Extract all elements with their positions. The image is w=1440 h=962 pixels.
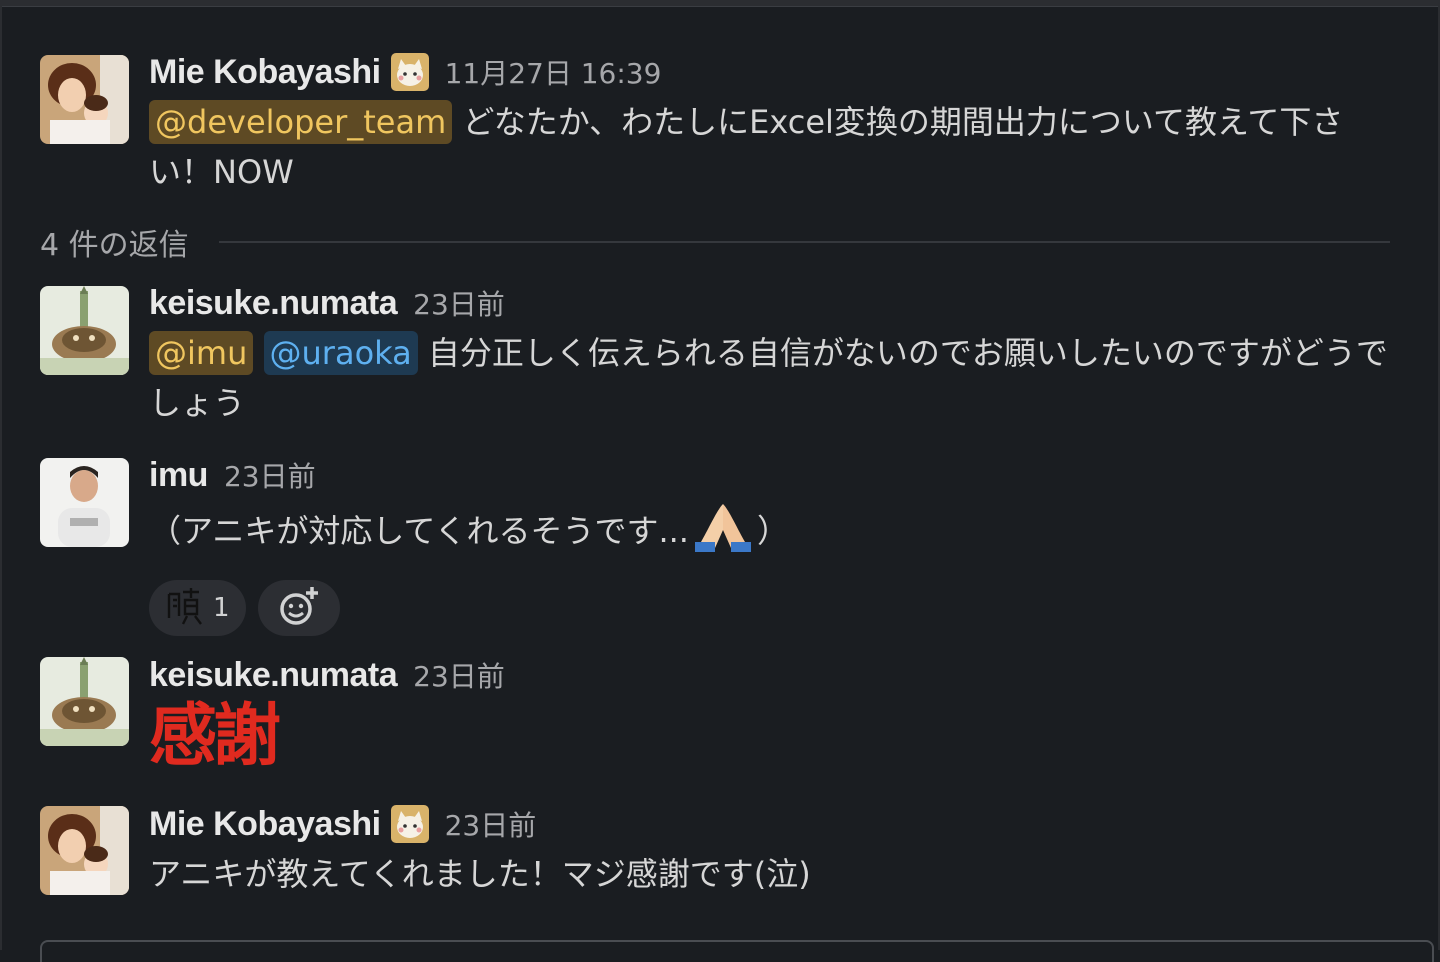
message-body: @developer_team どなたか、わたしにExcel変換の期間出力につい… [149,97,1390,197]
avatar-mie-kobayashi[interactable] [40,55,129,144]
message-timestamp[interactable]: 23日前 [224,455,316,495]
message-timestamp[interactable]: 23日前 [445,804,537,844]
avatar-keisuke-numata[interactable] [40,286,129,375]
window-top-border [0,0,1440,7]
avatar-imu[interactable] [40,458,129,547]
message-composer[interactable] [40,940,1434,962]
mention-imu[interactable]: @imu [149,331,254,375]
reactions-bar: 1 [149,580,1390,636]
message-body: アニキが教えてくれました！マジ感謝です(泣) [149,849,1390,899]
add-reaction-button[interactable] [257,580,340,636]
divider-line [218,241,1390,243]
author-name[interactable]: Mie Kobayashi [149,805,381,844]
author-name[interactable]: keisuke.numata [149,656,398,695]
author-name[interactable]: imu [149,456,208,495]
author-name[interactable]: keisuke.numata [149,284,398,323]
avatar-keisuke-numata[interactable] [40,657,129,746]
message-reply-2: imu 23日前 （アニキが対応してくれるそうです... ） 1 [149,454,1390,636]
message-timestamp[interactable]: 23日前 [413,655,505,695]
message-reply-3: keisuke.numata 23日前 感謝 [149,654,1390,777]
message-header: keisuke.numata 23日前 [149,654,1390,696]
message-reply-4: Mie Kobayashi 23日前 アニキが教えてくれました！マジ感謝です(泣… [149,803,1390,899]
message-header: keisuke.numata 23日前 [149,282,1390,324]
replies-divider: 4 件の返信 [40,220,1390,264]
message-body: （アニキが対応してくれるそうです... ） [149,500,1390,566]
message-timestamp[interactable]: 23日前 [413,283,505,323]
message-text: （アニキが対応してくれるそうです... [149,512,689,550]
reaction-pill[interactable]: 1 [149,580,246,636]
message-reply-1: keisuke.numata 23日前 @imu @uraoka 自分正しく伝え… [149,282,1390,428]
message-text-end: ） [756,512,789,550]
message-header: Mie Kobayashi 23日前 [149,803,1390,845]
message-header: imu 23日前 [149,454,1390,496]
window-left-border [0,0,2,950]
reaction-count: 1 [213,593,230,623]
big-text-message: 感謝 [149,696,281,776]
message-text: アニキが教えてくれました！マジ感謝です(泣) [149,855,811,893]
add-reaction-icon [277,584,321,632]
message-parent: Mie Kobayashi 11月27日 16:39 @developer_te… [149,51,1390,197]
mention-uraoka[interactable]: @uraoka [263,331,418,375]
avatar-mie-kobayashi[interactable] [40,806,129,895]
mention-developer-team[interactable]: @developer_team [149,100,453,144]
message-body: @imu @uraoka 自分正しく伝えられる自信がないのでお願いしたいのですが… [149,328,1390,428]
cat-face-icon[interactable] [390,53,429,91]
message-timestamp[interactable]: 11月27日 16:39 [445,52,662,92]
folded-hands-emoji [694,500,751,566]
message-header: Mie Kobayashi 11月27日 16:39 [149,51,1390,93]
cat-face-icon[interactable] [390,805,429,843]
author-name[interactable]: Mie Kobayashi [149,53,381,92]
kanji-stamp-emoji [165,586,205,630]
reply-count-label: 4 件の返信 [40,228,189,263]
